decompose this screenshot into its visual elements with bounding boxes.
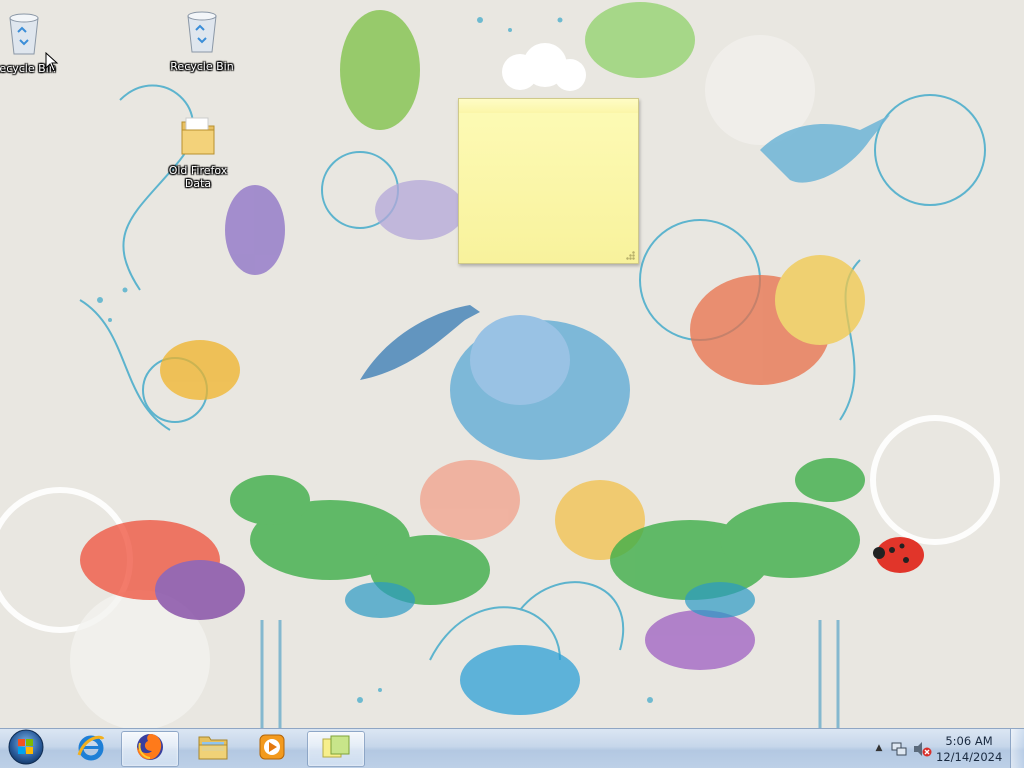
clock-date: 12/14/2024 <box>936 750 1003 764</box>
sticky-note[interactable] <box>458 98 639 264</box>
windows-logo-icon <box>7 728 45 768</box>
firefox-icon <box>134 731 166 767</box>
folder-label: Old Firefox Data <box>168 164 228 190</box>
system-tray: ▲ 5:06 AM 12/14/2024 <box>864 729 1024 768</box>
show-hidden-icons-icon[interactable]: ▲ <box>872 741 886 755</box>
resize-grip-icon[interactable] <box>626 251 635 260</box>
media-player-icon <box>257 732 287 766</box>
start-button[interactable] <box>4 728 48 768</box>
network-icon[interactable] <box>890 740 908 762</box>
folder-explorer-icon <box>197 733 229 765</box>
folder-icon <box>160 112 236 162</box>
taskbar-media-player[interactable] <box>243 731 301 767</box>
recycle-bin-label: Recycle Bin <box>170 60 234 73</box>
taskbar-clock[interactable]: 5:06 AM 12/14/2024 <box>936 733 1002 765</box>
recycle-bin-icon <box>164 8 240 58</box>
old-firefox-data-folder[interactable]: Old Firefox Data <box>160 112 236 190</box>
sticky-note-titlebar[interactable] <box>459 99 638 113</box>
clock-time: 5:06 AM <box>945 734 993 748</box>
mouse-cursor-icon <box>45 51 59 76</box>
taskbar: ▲ 5:06 AM 12/14/2024 <box>0 728 1024 768</box>
taskbar-firefox[interactable] <box>121 731 179 767</box>
sticky-notes-icon <box>321 734 351 764</box>
taskbar-windows-explorer[interactable] <box>184 731 242 767</box>
show-desktop-button[interactable] <box>1010 729 1024 768</box>
volume-muted-icon[interactable] <box>912 740 932 762</box>
internet-explorer-icon <box>75 731 107 767</box>
taskbar-sticky-notes[interactable] <box>307 731 365 767</box>
recycle-bin-desktop-icon[interactable]: Recycle Bin <box>164 8 240 73</box>
taskbar-internet-explorer[interactable] <box>62 731 120 767</box>
